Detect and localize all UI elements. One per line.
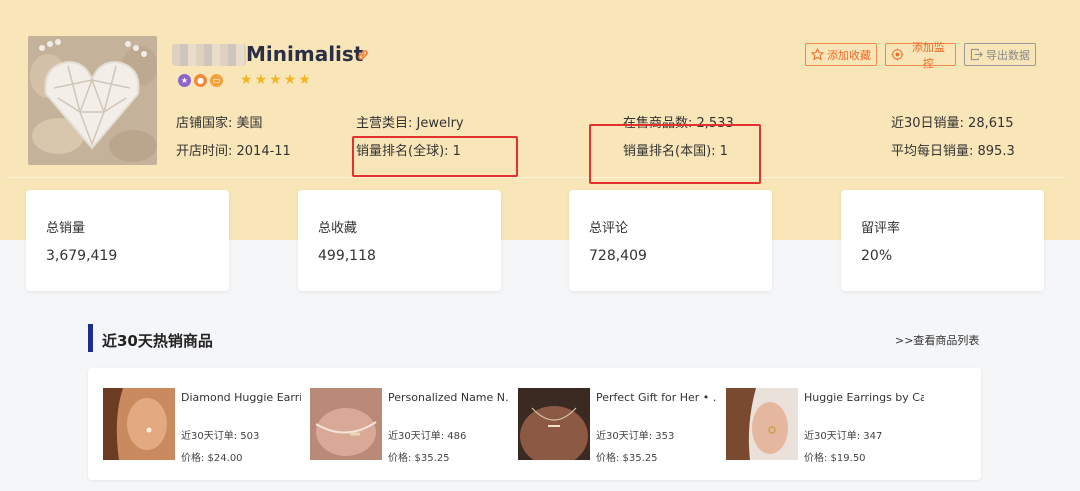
product-card[interactable]: Perfect Gift for Her • … 近30天订单: 353 价格:… — [518, 388, 723, 464]
star-badge-icon: ★ — [178, 74, 191, 87]
star-icon: ★ — [269, 72, 282, 88]
shop-badge-icon: ▭ — [210, 74, 223, 87]
product-orders: 近30天订单: 503 — [181, 431, 260, 442]
product-title[interactable]: Personalized Name N… — [388, 391, 508, 404]
stat-card-review-rate: 留评率 20% — [841, 190, 1044, 291]
rating-stars: ★ ★ ★ ★ ★ — [240, 72, 311, 88]
product-price: 价格: $24.00 — [181, 453, 243, 464]
product-title[interactable]: Huggie Earrings by Ca… — [804, 391, 924, 404]
stat-value: 20% — [861, 248, 893, 264]
product-price: 价格: $35.25 — [596, 453, 658, 464]
product-price: 价格: $19.50 — [804, 453, 866, 464]
product-orders: 近30天订单: 353 — [596, 431, 675, 442]
product-orders: 近30天订单: 486 — [388, 431, 467, 442]
avg-daily-sales: 平均每日销量: 895.3 — [891, 144, 1015, 159]
stat-label: 留评率 — [861, 221, 901, 236]
add-favorite-button[interactable]: 添加收藏 — [805, 43, 877, 66]
product-title[interactable]: Perfect Gift for Her • … — [596, 391, 716, 404]
product-image[interactable] — [726, 388, 798, 460]
stat-value: 3,679,419 — [46, 248, 118, 264]
add-favorite-label: 添加收藏 — [827, 49, 871, 62]
star-icon: ★ — [240, 72, 253, 88]
star-icon: ★ — [283, 72, 297, 88]
stat-label: 总收藏 — [318, 221, 358, 236]
export-data-button[interactable]: 导出数据 — [964, 43, 1036, 66]
stat-value: 728,409 — [589, 248, 647, 264]
product-orders: 近30天订单: 347 — [804, 431, 883, 442]
add-monitor-button[interactable]: 添加监控 — [885, 42, 956, 70]
product-image[interactable] — [310, 388, 382, 460]
export-icon — [970, 48, 983, 61]
view-product-list-link[interactable]: >>查看商品列表 — [895, 332, 979, 348]
product-card[interactable]: Diamond Huggie Earri… 近30天订单: 503 价格: $2… — [103, 388, 308, 464]
product-card[interactable]: Personalized Name N… 近30天订单: 486 价格: $35… — [310, 388, 515, 464]
product-image[interactable] — [518, 388, 590, 460]
stat-label: 总销量 — [46, 221, 86, 236]
target-icon — [891, 48, 904, 61]
product-image[interactable] — [103, 388, 175, 460]
stat-card-total-favorites: 总收藏 499,118 — [298, 190, 501, 291]
stat-value: 499,118 — [318, 248, 376, 264]
shop-country: 店铺国家: 美国 — [176, 116, 263, 131]
section-title: 近30天热销商品 — [102, 332, 213, 350]
highlight-box-local-rank — [589, 124, 761, 184]
link-icon[interactable] — [356, 47, 370, 61]
shop-name: Minimalist — [246, 42, 364, 66]
shop-badges: ★ ● ▭ — [178, 74, 223, 87]
star-outline-icon — [811, 48, 824, 61]
header-divider — [8, 177, 1064, 178]
shop-name-blurred-prefix — [172, 44, 246, 66]
star-icon: ★ — [254, 72, 268, 88]
shop-open-time: 开店时间: 2014-11 — [176, 144, 291, 159]
stat-card-total-sales: 总销量 3,679,419 — [26, 190, 229, 291]
add-monitor-label: 添加监控 — [911, 41, 945, 70]
product-card[interactable]: Huggie Earrings by Ca… 近30天订单: 347 价格: $… — [726, 388, 931, 464]
section-accent-bar — [88, 324, 93, 352]
star-icon: ★ — [298, 72, 311, 88]
product-price: 价格: $35.25 — [388, 453, 450, 464]
person-badge-icon: ● — [194, 74, 207, 87]
highlight-box-global-rank — [352, 136, 518, 177]
stat-label: 总评论 — [589, 221, 629, 236]
export-data-label: 导出数据 — [986, 49, 1030, 62]
hot-products-panel: Diamond Huggie Earri… 近30天订单: 503 价格: $2… — [88, 368, 981, 480]
product-title[interactable]: Diamond Huggie Earri… — [181, 391, 301, 404]
shop-logo-image — [28, 36, 157, 165]
sales-30-days: 近30日销量: 28,615 — [891, 116, 1014, 131]
stat-card-total-reviews: 总评论 728,409 — [569, 190, 772, 291]
main-category: 主营类目: Jewelry — [356, 116, 464, 131]
